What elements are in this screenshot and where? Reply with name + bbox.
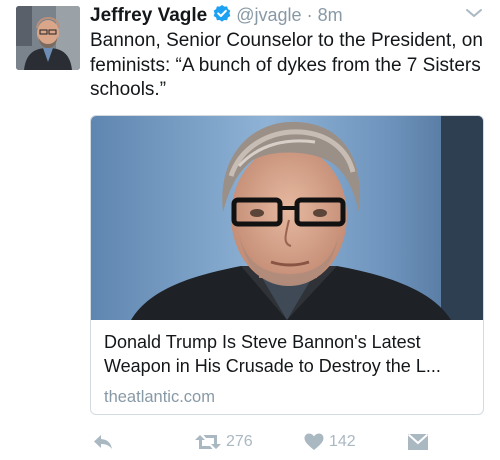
direct-message-icon	[407, 433, 429, 451]
author-name[interactable]: Jeffrey Vagle	[90, 5, 207, 26]
like-button[interactable]: 142	[304, 428, 356, 456]
card-image	[91, 116, 483, 320]
reply-icon	[92, 433, 114, 451]
separator-dot: ·	[306, 5, 313, 25]
heart-icon	[304, 433, 324, 451]
card-domain: theatlantic.com	[104, 388, 215, 406]
link-card[interactable]: Donald Trump Is Steve Bannon's Latest We…	[90, 115, 484, 415]
retweet-button[interactable]: 276	[195, 428, 253, 456]
avatar[interactable]	[16, 6, 80, 70]
action-bar: 276 142	[0, 428, 500, 456]
card-title-line-1: Donald Trump Is Steve Bannon's Latest	[104, 332, 421, 352]
tweet-text: Bannon, Senior Counselor to the Presiden…	[90, 30, 483, 100]
direct-message-button[interactable]	[407, 428, 429, 456]
card-title-line-2: Weapon in His Crusade to Destroy the L..…	[104, 356, 441, 376]
reply-button[interactable]	[92, 428, 114, 456]
retweet-icon	[195, 433, 221, 451]
avatar-image	[16, 6, 80, 70]
retweet-count: 276	[226, 433, 253, 450]
tweet-timestamp[interactable]: 8m	[318, 5, 343, 25]
tweet-header: Jeffrey Vagle @jvagle · 8m	[90, 2, 490, 28]
chevron-down-icon[interactable]	[465, 6, 483, 20]
card-body: Donald Trump Is Steve Bannon's Latest We…	[104, 330, 474, 408]
tweet: Jeffrey Vagle @jvagle · 8m Bannon, Senior…	[0, 0, 500, 460]
like-count: 142	[329, 433, 356, 450]
verified-badge-icon	[212, 4, 232, 32]
author-handle[interactable]: @jvagle	[236, 5, 301, 25]
